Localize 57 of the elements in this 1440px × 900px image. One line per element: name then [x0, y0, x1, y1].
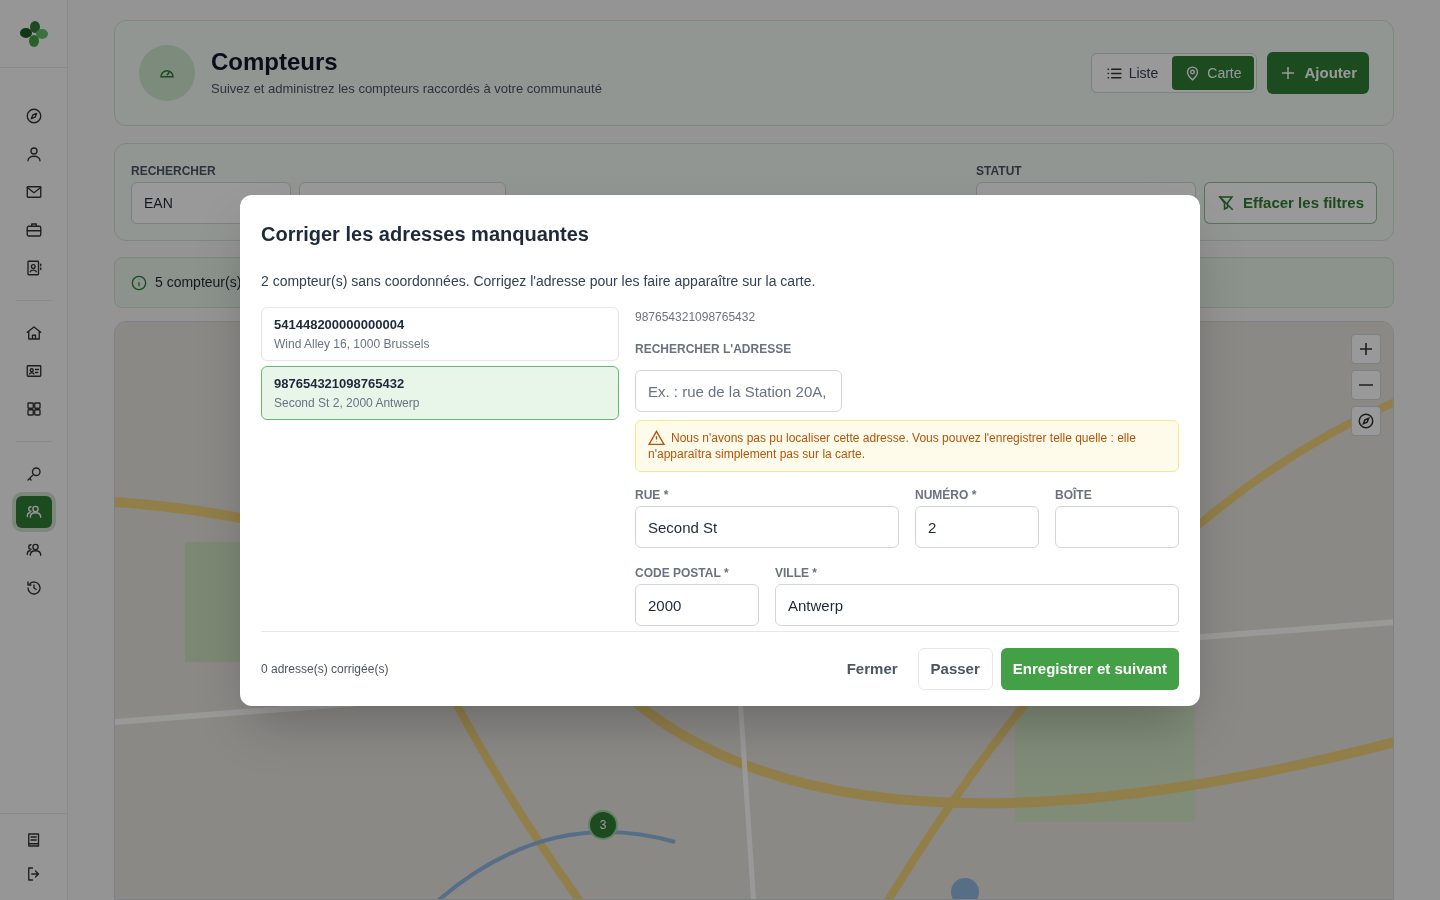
dialog-description: 2 compteur(s) sans coordonnées. Corrigez l'adresse pour les faire apparaître sur la carte. [261, 272, 817, 291]
address-search-field[interactable]: Ex. : rue de la Station 20A, [635, 370, 842, 412]
user-icon [24, 145, 43, 163]
field-label: CODE POSTAL * [635, 565, 730, 582]
text-field[interactable]: 2000 [635, 584, 759, 626]
info-icon [131, 274, 147, 291]
home-icon [24, 324, 43, 342]
meter-ean: 541448200000000004 [274, 316, 406, 335]
skip-button[interactable]: Passer [917, 648, 993, 690]
meter-list-item[interactable]: 541448200000000004 Wind Alley 16, 1000 Brussels [261, 307, 619, 361]
mail-icon [24, 183, 43, 201]
gauge-icon [139, 45, 195, 101]
warning-text: Nous n'avons pas pu localiser cette adresse. Vous pouvez l'enregistrer telle quelle : elle n'apparaîtra simplement pas sur la carte. [648, 430, 1137, 462]
users-icon [24, 503, 43, 521]
dialog-title: Corriger les adresses manquantes [261, 222, 590, 247]
contacts-icon [24, 259, 43, 277]
close-button[interactable]: Fermer [834, 648, 910, 690]
view-tab[interactable]: Liste [1093, 56, 1171, 90]
zoom-out-button[interactable] [1351, 370, 1381, 400]
compass-icon [1357, 412, 1375, 430]
page-title: Compteurs [211, 47, 339, 78]
page-subtitle: Suivez et administrez les compteurs raccordés à votre communauté [211, 80, 602, 99]
meter-ean: 987654321098765432 [274, 375, 406, 394]
field-label: RECHERCHER L'ADRESSE [635, 341, 793, 358]
filter-label: RECHERCHER [131, 163, 217, 180]
text-field[interactable]: Second St [635, 506, 899, 548]
id-card-icon [24, 362, 43, 380]
filter-label: STATUT [976, 163, 1023, 180]
view-tab[interactable]: Carte [1172, 56, 1254, 90]
users-nav-button[interactable] [15, 496, 52, 528]
users-icon [24, 541, 43, 559]
field-label: VILLE * [775, 565, 818, 582]
zoom-in-button[interactable] [1351, 334, 1381, 364]
info-text: 5 compteur(s) [155, 273, 242, 292]
text-field[interactable]: 2 [915, 506, 1039, 548]
briefcase-icon [24, 221, 43, 239]
meter-address: Second St 2, 2000 Antwerp [274, 394, 421, 412]
field-label: NUMÉRO * [915, 486, 978, 504]
filter-off-icon [1217, 194, 1236, 212]
history-icon [24, 579, 43, 597]
compass-icon [24, 107, 43, 125]
plus-icon [1358, 341, 1374, 357]
grid-icon [24, 400, 43, 418]
corrected-count: 0 adresse(s) corrigée(s) [261, 661, 389, 678]
meter-ean: 987654321098765432 [635, 309, 757, 326]
meter-address: Wind Alley 16, 1000 Brussels [274, 335, 431, 353]
text-field[interactable] [1055, 506, 1179, 548]
add-button[interactable]: Ajouter [1266, 52, 1369, 94]
field-label: RUE * [635, 487, 670, 504]
clover-logo [19, 19, 48, 48]
field-label: BOÎTE [1055, 486, 1093, 504]
meter-list-item[interactable]: 987654321098765432 Second St 2, 2000 Antwerp [261, 366, 619, 420]
warning-icon [648, 429, 665, 445]
text-field[interactable]: Antwerp [775, 584, 1179, 626]
clear-filters-button[interactable]: Effacer les filtres [1204, 182, 1377, 224]
compass-button[interactable] [1351, 406, 1381, 436]
minus-icon [1359, 384, 1373, 386]
